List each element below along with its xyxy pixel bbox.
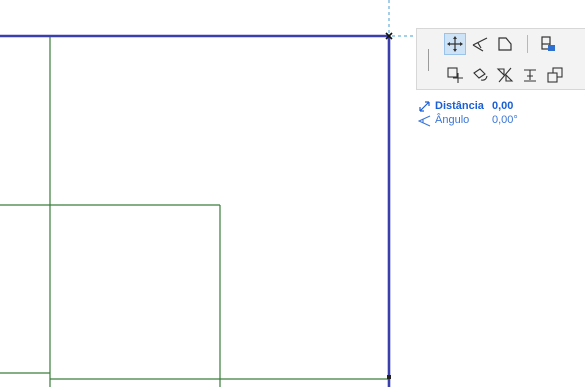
angle-tool-button[interactable] bbox=[469, 33, 491, 55]
distance-icon bbox=[419, 101, 430, 112]
palette-grip[interactable] bbox=[428, 49, 429, 71]
polygon-edit-tool-button[interactable] bbox=[494, 33, 516, 55]
copy-drag-tool-button[interactable] bbox=[444, 64, 466, 86]
polygon-edit-icon bbox=[498, 37, 512, 51]
move-tool-button[interactable] bbox=[444, 33, 466, 55]
stack-icon bbox=[541, 36, 555, 51]
distance-value[interactable]: 0,00 bbox=[492, 100, 513, 113]
corner-hotspot[interactable] bbox=[387, 375, 391, 379]
angle-icon bbox=[472, 37, 488, 52]
rotate-tool-button[interactable] bbox=[469, 64, 491, 86]
mirror-tool-button[interactable] bbox=[494, 64, 516, 86]
multiply-tool-button[interactable] bbox=[544, 64, 566, 86]
mirror-icon bbox=[496, 67, 514, 83]
elevate-tool-button[interactable] bbox=[519, 64, 541, 86]
pet-palette bbox=[416, 28, 585, 90]
distance-label: Distância bbox=[435, 100, 484, 112]
copy-drag-icon bbox=[447, 67, 463, 83]
elevate-icon bbox=[524, 69, 536, 82]
angle-icon bbox=[418, 115, 431, 127]
stack-tool-button[interactable] bbox=[537, 33, 559, 55]
angle-label: Ângulo bbox=[435, 114, 470, 126]
palette-divider bbox=[527, 35, 528, 53]
rotate-icon bbox=[473, 68, 488, 81]
move-icon bbox=[447, 36, 463, 52]
multiply-icon bbox=[547, 67, 563, 83]
angle-value[interactable]: 0,00° bbox=[492, 114, 518, 127]
coordinate-tracker: Distância 0,00 Ângulo 0,00° bbox=[418, 100, 578, 134]
